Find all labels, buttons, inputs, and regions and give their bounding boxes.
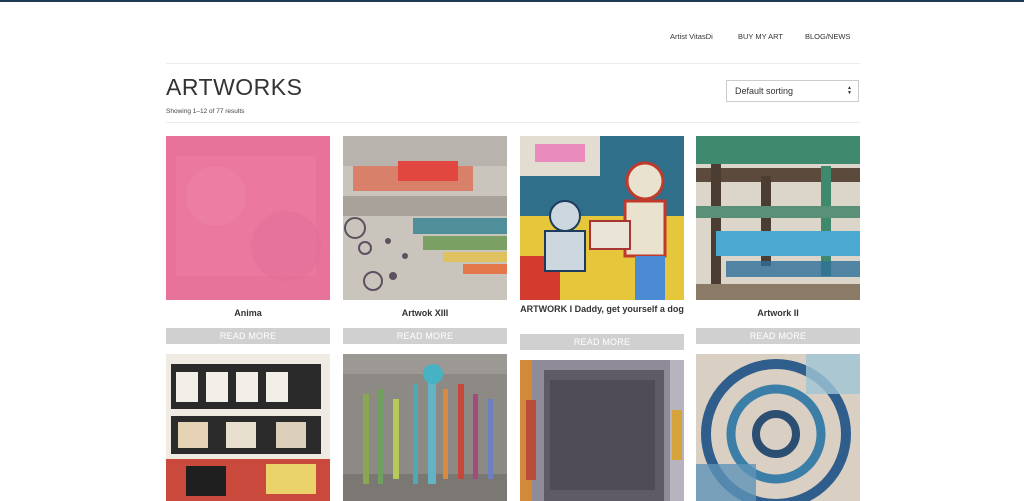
read-more-button[interactable]: READ MORE: [343, 328, 507, 344]
top-border: [0, 0, 1024, 2]
product-card: ARTWORK I Daddy, get yourself a dog READ…: [520, 136, 684, 350]
product-image[interactable]: [343, 354, 507, 501]
content-divider: [166, 122, 860, 123]
product-image[interactable]: [520, 360, 684, 501]
product-card: Anima READ MORE: [166, 136, 330, 344]
read-more-button[interactable]: READ MORE: [166, 328, 330, 344]
product-image-daddy-get-yourself-a-dog[interactable]: [520, 136, 684, 300]
main-nav: Artist VitasDi BUY MY ART BLOG/NEWS: [0, 32, 1024, 44]
read-more-button[interactable]: READ MORE: [696, 328, 860, 344]
product-image-artwok-xiii[interactable]: [343, 136, 507, 300]
product-card: [696, 354, 860, 501]
header-divider: [166, 63, 860, 64]
sorting-select-value: Default sorting: [735, 86, 794, 96]
product-image-anima[interactable]: [166, 136, 330, 300]
select-arrows-icon: ▲ ▼: [847, 85, 852, 96]
nav-item-buy-my-art[interactable]: BUY MY ART: [738, 32, 783, 41]
product-title[interactable]: ARTWORK I Daddy, get yourself a dog: [520, 300, 684, 334]
product-title[interactable]: Artwok XIII: [343, 300, 507, 328]
product-card: Artwok XIII READ MORE: [343, 136, 507, 344]
page-title: ARTWORKS: [166, 74, 303, 100]
nav-item-blog-news[interactable]: BLOG/NEWS: [805, 32, 850, 41]
product-title[interactable]: Artwork II: [696, 300, 860, 328]
product-image[interactable]: [166, 354, 330, 501]
nav-item-artist[interactable]: Artist VitasDi: [670, 32, 713, 41]
product-image[interactable]: [696, 354, 860, 501]
product-card: [520, 360, 684, 501]
product-card: [343, 354, 507, 501]
sorting-select[interactable]: Default sorting ▲ ▼: [726, 80, 859, 102]
product-title[interactable]: Anima: [166, 300, 330, 328]
product-image-artwork-ii[interactable]: [696, 136, 860, 300]
product-card: [166, 354, 330, 501]
result-count: Showing 1–12 of 77 results: [166, 108, 245, 115]
read-more-button[interactable]: READ MORE: [520, 334, 684, 350]
product-card: Artwork II READ MORE: [696, 136, 860, 344]
